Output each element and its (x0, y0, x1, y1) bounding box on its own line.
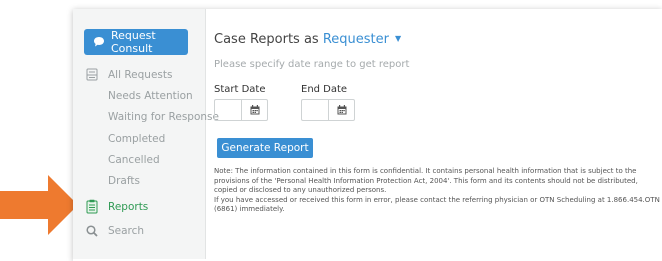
arrow-right-icon (0, 175, 78, 235)
sidebar-item-search[interactable]: Search (85, 225, 144, 237)
start-date-label: Start Date (214, 84, 266, 95)
chat-bubble-icon (93, 36, 105, 48)
generate-report-button[interactable]: Generate Report (217, 138, 313, 158)
end-date-label: End Date (301, 84, 348, 95)
request-consult-label: Request Consult (111, 29, 156, 55)
start-date-calendar-button[interactable] (241, 99, 268, 121)
sidebar: Request Consult All Requests Needs Atten… (73, 9, 219, 259)
role-label: Requester (322, 32, 389, 47)
sidebar-item-all-requests[interactable]: All Requests (85, 68, 172, 81)
search-icon (85, 225, 99, 237)
main-content: Case Reports as Requester ▼ Please specif… (214, 9, 662, 261)
confidentiality-note-text: Note: The information contained in this … (214, 167, 638, 194)
sidebar-item-needs-attention[interactable]: Needs Attention (108, 90, 193, 102)
request-consult-button[interactable]: Request Consult (84, 29, 188, 55)
end-date-picker (301, 99, 355, 121)
date-range-hint: Please specify date range to get report (214, 59, 410, 70)
role-dropdown[interactable]: Requester ▼ (323, 32, 401, 47)
app-window: Request Consult All Requests Needs Atten… (73, 9, 662, 261)
sidebar-item-reports[interactable]: Reports (85, 199, 148, 214)
start-date-input[interactable] (214, 99, 241, 121)
sidebar-item-waiting-for-response[interactable]: Waiting for Response (108, 111, 219, 123)
end-date-input[interactable] (301, 99, 328, 121)
sidebar-item-completed[interactable]: Completed (108, 133, 165, 145)
calendar-icon (250, 105, 259, 115)
inbox-icon (85, 68, 99, 81)
confidentiality-note: Note: The information contained in this … (214, 167, 662, 215)
clipboard-icon (85, 199, 99, 214)
sidebar-item-drafts[interactable]: Drafts (108, 175, 140, 187)
end-date-calendar-button[interactable] (328, 99, 355, 121)
sidebar-item-label: Reports (108, 200, 149, 213)
start-date-picker (214, 99, 268, 121)
page-title-prefix: Case Reports as (214, 32, 319, 47)
sidebar-item-label: All Requests (108, 68, 173, 81)
caret-down-icon: ▼ (394, 34, 402, 43)
sidebar-item-label: Search (108, 225, 145, 237)
contact-note-text: If you have accessed or received this fo… (214, 195, 660, 214)
page-title: Case Reports as Requester ▼ (214, 32, 401, 47)
calendar-icon (337, 105, 346, 115)
sidebar-item-cancelled[interactable]: Cancelled (108, 154, 160, 166)
